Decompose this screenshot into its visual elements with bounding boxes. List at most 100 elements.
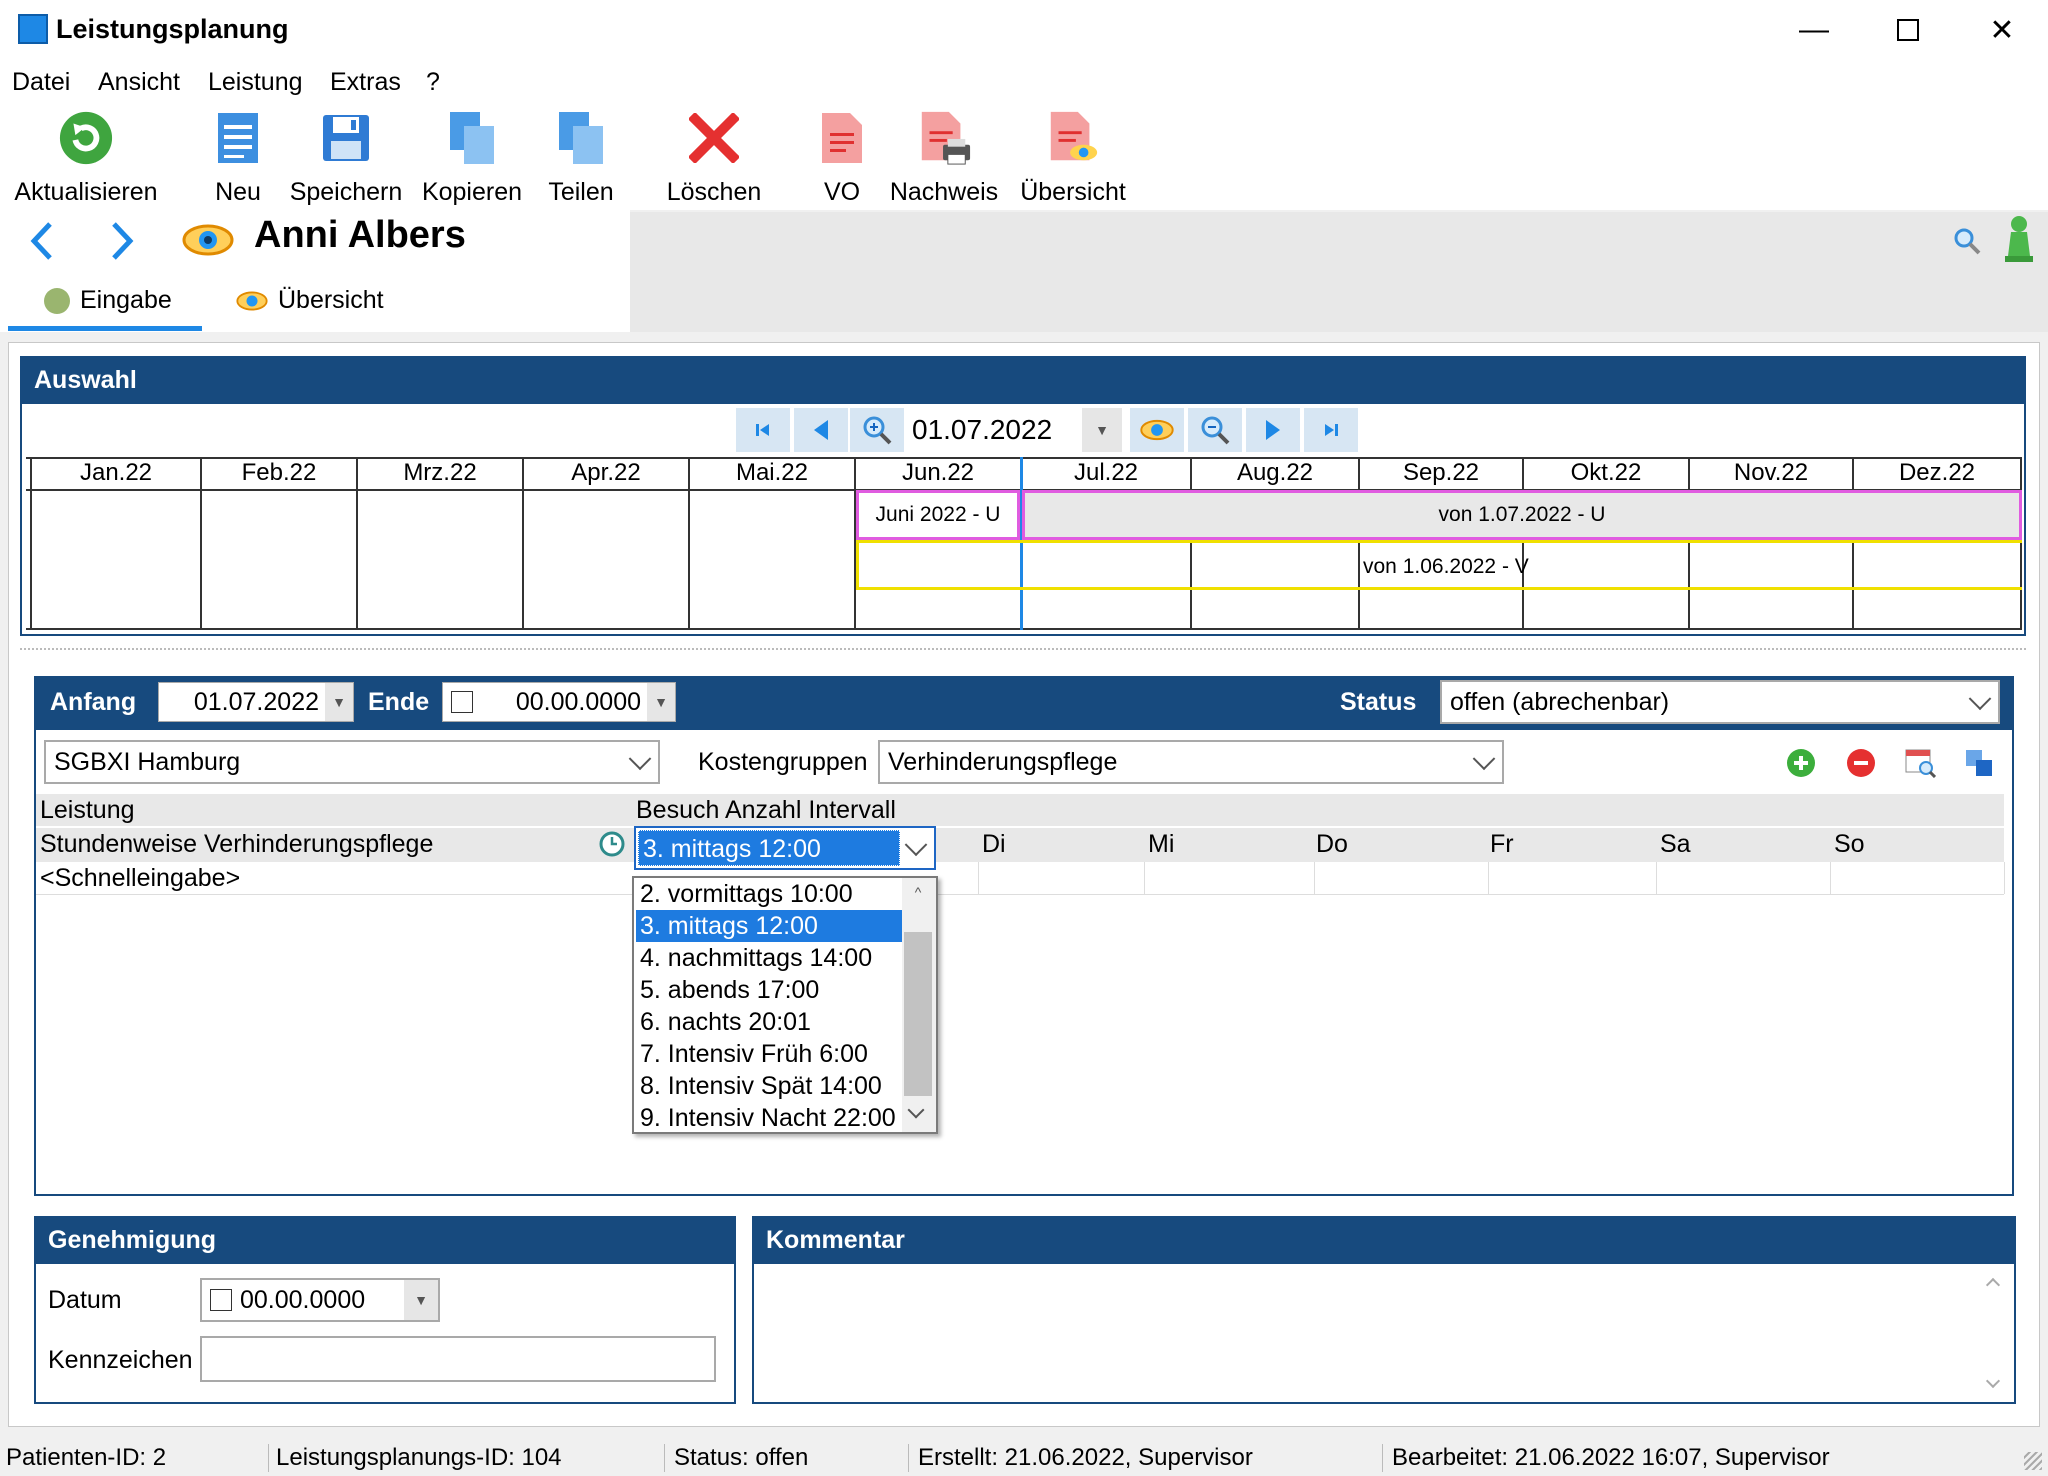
besuch-combo[interactable]: 3. mittags 12:00 (634, 826, 936, 870)
month-sep: Sep.22 (1360, 459, 1524, 489)
new-button[interactable]: Neu (196, 110, 280, 210)
kennzeichen-input[interactable] (200, 1336, 716, 1382)
remove-circle-icon[interactable] (1846, 748, 1876, 783)
split-icon (553, 110, 609, 166)
maximize-button[interactable] (1862, 0, 1954, 60)
previous-period-button[interactable] (794, 408, 848, 452)
ende-enabled-checkbox[interactable] (451, 691, 473, 713)
eye-icon (1140, 419, 1174, 441)
kasse-select[interactable]: SGBXI Hamburg (44, 740, 660, 784)
layout-blocks-icon[interactable] (1964, 748, 1994, 783)
status-select[interactable]: offen (abrechenbar) (1440, 680, 2000, 724)
dropdown-option[interactable]: 9. Intensiv Nacht 22:00 (636, 1102, 904, 1134)
copy-label: Kopieren (421, 178, 523, 206)
skip-last-icon (1325, 424, 1338, 436)
quick-entry-row[interactable]: <Schnelleingabe> (40, 864, 240, 893)
dropdown-option[interactable]: 4. nachmittags 14:00 (636, 942, 904, 974)
dropdown-option[interactable]: 5. abends 17:00 (636, 974, 904, 1006)
refresh-button[interactable]: Aktualisieren (8, 110, 164, 210)
overview-button[interactable]: Übersicht (1016, 110, 1130, 210)
status-separator (268, 1444, 269, 1472)
genehmigung-date-field[interactable]: 00.00.0000 ▼ (200, 1278, 440, 1322)
anfang-label: Anfang (50, 688, 137, 716)
tab-eingabe[interactable]: Eingabe (44, 286, 172, 315)
resize-grip-icon[interactable] (2024, 1452, 2042, 1470)
bar-from-june-v[interactable]: von 1.06.2022 - V (856, 540, 2022, 590)
genehmigung-date-checkbox[interactable] (210, 1289, 232, 1311)
table-header-row (36, 794, 2004, 826)
tab-uebersicht[interactable]: Übersicht (236, 286, 384, 315)
ende-label: Ende (368, 688, 430, 716)
row-leistung-value: Stundenweise Verhinderungspflege (40, 830, 434, 858)
vo-document-icon (814, 110, 870, 166)
zoom-out-button[interactable] (1188, 408, 1242, 452)
dropdown-option[interactable]: 2. vormittags 10:00 (636, 878, 904, 910)
forward-arrow-icon[interactable] (108, 220, 138, 267)
dropdown-option[interactable]: 6. nachts 20:01 (636, 1006, 904, 1038)
copy-button[interactable]: Kopieren (416, 110, 528, 210)
status-separator (1382, 1444, 1383, 1472)
kommentar-textarea[interactable] (756, 1266, 2012, 1400)
kommentar-header: Kommentar (752, 1216, 2016, 1264)
kostengruppen-select[interactable]: Verhinderungspflege (878, 740, 1504, 784)
bar-from-july-u[interactable]: von 1.07.2022 - U (1022, 490, 2022, 540)
add-circle-icon[interactable] (1786, 748, 1816, 783)
kasse-select-value: SGBXI Hamburg (54, 747, 241, 776)
bar-juni-u[interactable]: Juni 2022 - U (856, 490, 1020, 540)
scroll-up-icon[interactable]: ^ (908, 884, 928, 904)
grid-line (688, 489, 690, 629)
calendar-search-icon[interactable] (1904, 746, 1937, 783)
month-apr: Apr.22 (524, 459, 690, 489)
date-dropdown-button[interactable]: ▼ (1082, 408, 1122, 452)
menu-datei[interactable]: Datei (12, 68, 70, 97)
day-mi: Mi (1148, 830, 1175, 858)
back-arrow-icon[interactable] (26, 220, 56, 267)
dropdown-option[interactable]: 7. Intensiv Früh 6:00 (636, 1038, 904, 1070)
genehmigung-title: Genehmigung (48, 1225, 217, 1254)
status-plan-id: Leistungsplanungs-ID: 104 (276, 1444, 562, 1471)
search-icon[interactable] (1952, 226, 1982, 261)
zoom-in-button[interactable] (850, 408, 904, 452)
skip-first-icon (756, 424, 769, 436)
close-button[interactable]: ✕ (1956, 0, 2048, 60)
day-do: Do (1316, 830, 1348, 858)
triangle-left-icon (814, 420, 828, 440)
chevron-down-icon[interactable]: ▼ (647, 683, 675, 721)
save-button[interactable]: Speichern (284, 110, 408, 210)
first-period-button[interactable] (736, 408, 790, 452)
user-pawn-icon[interactable] (2002, 214, 2036, 269)
panel-separator (20, 648, 2026, 650)
anfang-date-field[interactable]: 01.07.2022 ▼ (158, 682, 354, 722)
dropdown-scroll-thumb[interactable] (904, 932, 932, 1096)
ende-date-field[interactable]: 00.00.0000 ▼ (442, 682, 676, 722)
month-feb: Feb.22 (202, 459, 358, 489)
tab-uebersicht-label: Übersicht (278, 286, 384, 314)
status-patient-id: Patienten-ID: 2 (6, 1444, 167, 1471)
view-button[interactable] (1130, 408, 1184, 452)
menu-help[interactable]: ? (426, 68, 440, 97)
split-button[interactable]: Teilen (534, 110, 628, 210)
patient-name: Anni Albers (254, 214, 466, 256)
delete-x-icon (686, 110, 742, 166)
delete-button[interactable]: Löschen (660, 110, 768, 210)
last-period-button[interactable] (1304, 408, 1358, 452)
dropdown-option[interactable]: 8. Intensiv Spät 14:00 (636, 1070, 904, 1102)
next-period-button[interactable] (1246, 408, 1300, 452)
dropdown-option-selected[interactable]: 3. mittags 12:00 (636, 910, 904, 942)
month-aug: Aug.22 (1192, 459, 1360, 489)
menu-extras[interactable]: Extras (330, 68, 401, 97)
grid-line (200, 489, 202, 629)
vo-button[interactable]: VO (800, 110, 884, 210)
chevron-down-icon[interactable]: ▼ (325, 683, 353, 721)
menu-leistung[interactable]: Leistung (208, 68, 303, 97)
clock-icon[interactable] (598, 830, 626, 863)
month-okt: Okt.22 (1524, 459, 1690, 489)
chevron-down-icon[interactable]: ▼ (404, 1280, 438, 1320)
new-document-icon (210, 110, 266, 166)
date-display[interactable]: 01.07.2022 (904, 408, 1094, 452)
minimize-button[interactable]: — (1768, 0, 1860, 60)
auswahl-title: Auswahl (34, 365, 137, 394)
menu-ansicht[interactable]: Ansicht (98, 68, 180, 97)
nachweis-button[interactable]: Nachweis (884, 110, 1004, 210)
eye-icon (182, 222, 234, 263)
